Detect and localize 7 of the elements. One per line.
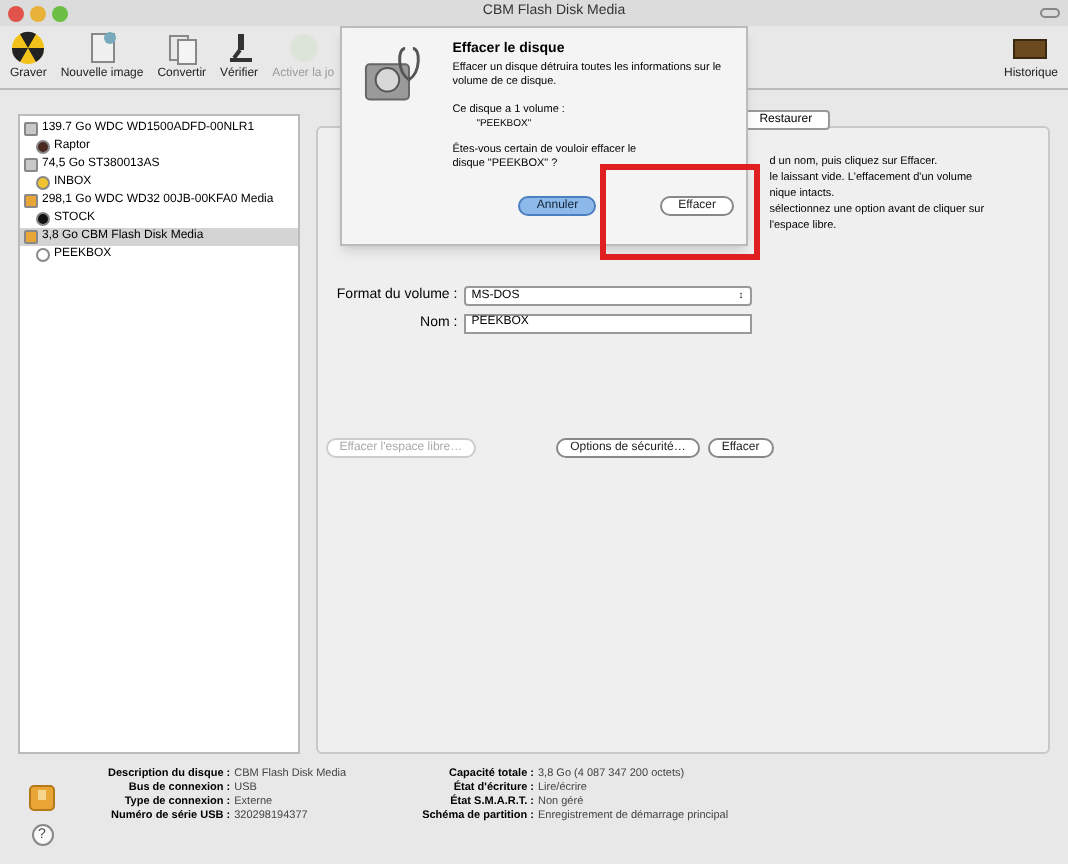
zoom-button[interactable] bbox=[52, 5, 68, 21]
convert-icon bbox=[163, 30, 200, 66]
burn-icon bbox=[10, 30, 47, 66]
close-button[interactable] bbox=[8, 5, 24, 21]
toolbar-toggle-button[interactable] bbox=[1040, 8, 1060, 18]
minimize-button[interactable] bbox=[30, 5, 46, 21]
usb-drive-icon bbox=[28, 784, 56, 812]
